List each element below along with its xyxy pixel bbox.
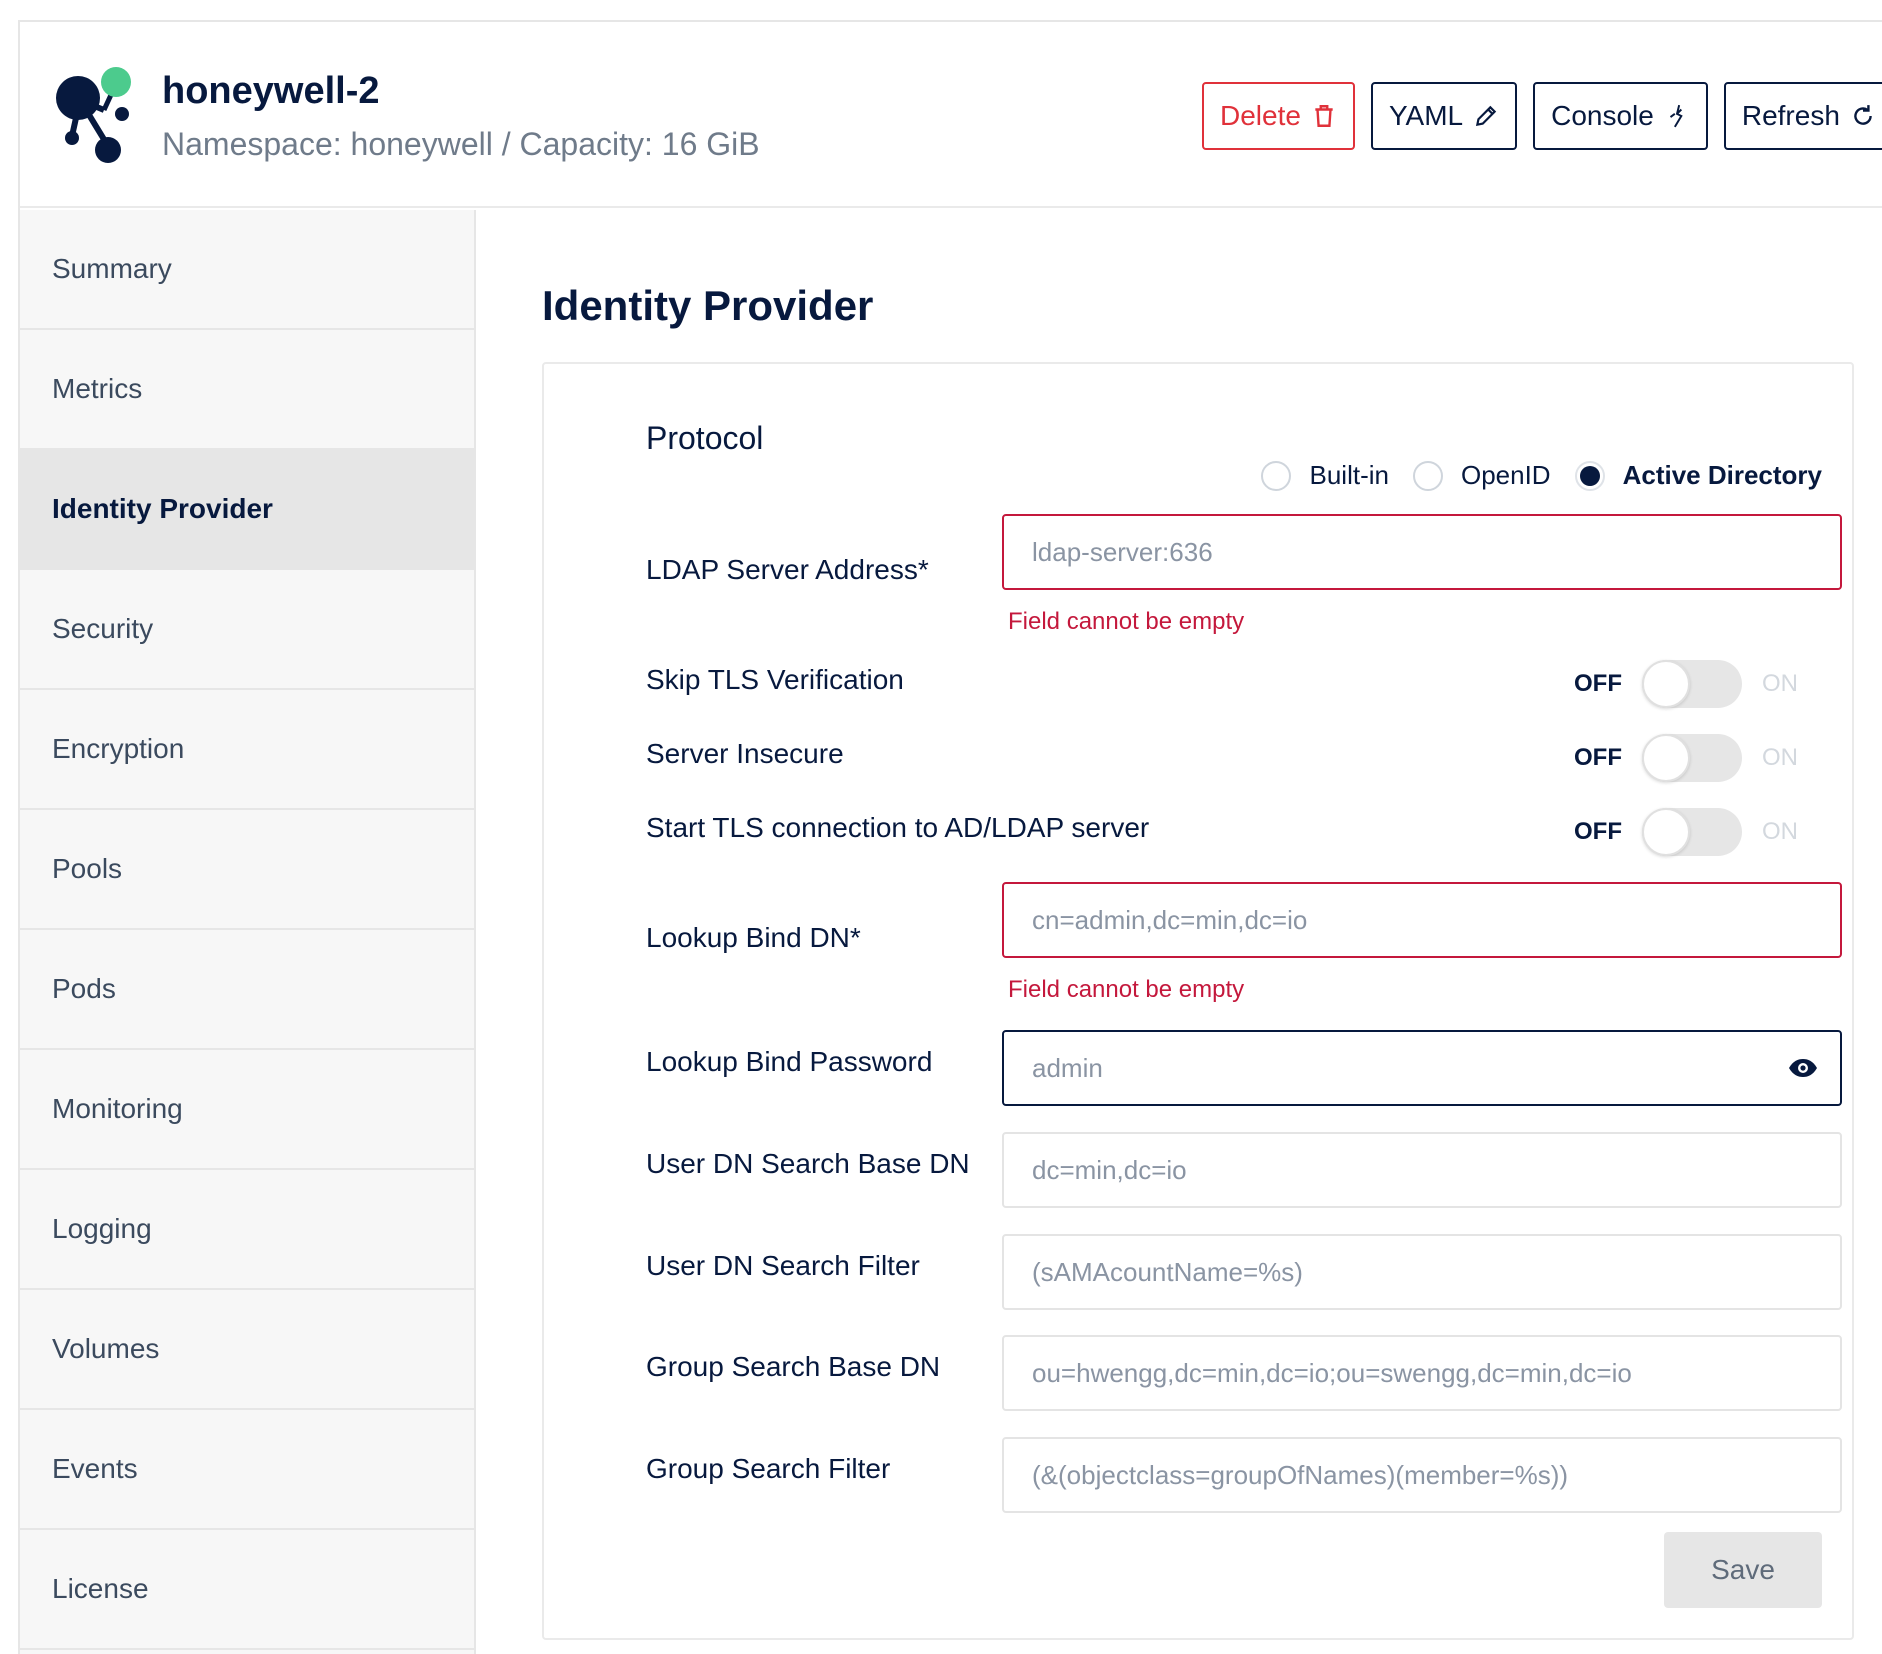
user-dn-search-filter-input[interactable] bbox=[1032, 1256, 1840, 1288]
sidebar-item-summary[interactable]: Summary bbox=[20, 210, 474, 330]
protocol-radio-group: Built-in OpenID Active Directory bbox=[1261, 460, 1822, 491]
yaml-button[interactable]: YAML bbox=[1370, 82, 1518, 150]
radio-active-directory[interactable]: Active Directory bbox=[1574, 460, 1822, 491]
ldap-server-input[interactable] bbox=[1032, 536, 1840, 568]
sidebar-item-pods[interactable]: Pods bbox=[20, 930, 474, 1050]
radio-built-in[interactable]: Built-in bbox=[1261, 460, 1389, 491]
group-search-filter-label: Group Search Filter bbox=[646, 1453, 891, 1484]
skip-tls-toggle-group: OFF ON bbox=[1572, 660, 1812, 708]
sidebar-item-events[interactable]: Events bbox=[20, 1410, 474, 1530]
refresh-button-label: Refresh bbox=[1741, 100, 1840, 131]
radio-active-directory-circle[interactable] bbox=[1574, 460, 1605, 491]
yaml-button-label: YAML bbox=[1388, 100, 1464, 131]
delete-button-label: Delete bbox=[1220, 100, 1301, 131]
save-button[interactable]: Save bbox=[1664, 1532, 1822, 1608]
console-button[interactable]: Console bbox=[1533, 82, 1708, 150]
skip-tls-on-label: ON bbox=[1762, 670, 1798, 697]
sidebar-item-license[interactable]: License bbox=[20, 1530, 474, 1650]
switch-knob bbox=[1642, 734, 1690, 782]
tenant-subtitle: Namespace: honeywell / Capacity: 16 GiB bbox=[162, 126, 760, 162]
group-search-base-field[interactable] bbox=[1002, 1335, 1842, 1411]
eye-icon[interactable] bbox=[1788, 1056, 1818, 1080]
skip-tls-label: Skip TLS Verification bbox=[646, 664, 904, 695]
console-button-label: Console bbox=[1551, 100, 1654, 131]
group-search-filter-input[interactable] bbox=[1032, 1459, 1840, 1491]
sidebar-item-metrics[interactable]: Metrics bbox=[20, 330, 474, 450]
server-insecure-toggle-group: OFF ON bbox=[1572, 734, 1812, 782]
user-dn-search-base-label: User DN Search Base DN bbox=[646, 1148, 970, 1179]
lookup-bind-password-label: Lookup Bind Password bbox=[646, 1046, 933, 1077]
ldap-server-field[interactable] bbox=[1002, 514, 1842, 590]
tenant-logo-icon bbox=[56, 67, 131, 163]
sidebar-item-logging[interactable]: Logging bbox=[20, 1170, 474, 1290]
sidebar-item-volumes[interactable]: Volumes bbox=[20, 1290, 474, 1410]
trash-icon bbox=[1315, 105, 1333, 127]
radio-built-in-circle[interactable] bbox=[1261, 460, 1292, 491]
radio-active-directory-label: Active Directory bbox=[1622, 460, 1822, 490]
header-toolbar: Delete YAML Console Refresh bbox=[1202, 82, 1882, 150]
tenant-details-page: honeywell-2 Namespace: honeywell / Capac… bbox=[18, 20, 1882, 1654]
console-icon bbox=[1669, 104, 1683, 128]
user-dn-search-filter-field[interactable] bbox=[1002, 1234, 1842, 1310]
sidebar-item-encryption[interactable]: Encryption bbox=[20, 690, 474, 810]
sidebar-item-pools[interactable]: Pools bbox=[20, 810, 474, 930]
ldap-server-error: Field cannot be empty bbox=[1008, 608, 1245, 635]
lookup-bind-password-input[interactable] bbox=[1032, 1052, 1840, 1084]
switch-knob bbox=[1642, 660, 1690, 708]
lookup-bind-dn-error: Field cannot be empty bbox=[1008, 976, 1245, 1003]
skip-tls-switch[interactable] bbox=[1642, 660, 1742, 708]
switch-knob bbox=[1642, 808, 1690, 856]
page-title: Identity Provider bbox=[542, 282, 874, 329]
pencil-icon bbox=[1476, 105, 1497, 127]
radio-openid[interactable]: OpenID bbox=[1412, 460, 1551, 491]
lookup-bind-dn-label: Lookup Bind DN* bbox=[646, 922, 861, 953]
user-dn-search-base-field[interactable] bbox=[1002, 1132, 1842, 1208]
lookup-bind-password-field[interactable] bbox=[1002, 1030, 1842, 1106]
server-insecure-label: Server Insecure bbox=[646, 738, 844, 769]
sidebar-item-identity-provider[interactable]: Identity Provider bbox=[20, 450, 474, 570]
sidebar-item-monitoring[interactable]: Monitoring bbox=[20, 1050, 474, 1170]
refresh-button[interactable]: Refresh bbox=[1723, 82, 1882, 150]
ldap-server-label: LDAP Server Address* bbox=[646, 554, 929, 585]
radio-openid-label: OpenID bbox=[1460, 460, 1551, 490]
user-dn-search-base-input[interactable] bbox=[1032, 1154, 1840, 1186]
radio-built-in-label: Built-in bbox=[1309, 460, 1389, 490]
protocol-label: Protocol bbox=[646, 420, 764, 456]
server-insecure-on-label: ON bbox=[1762, 744, 1798, 771]
group-search-filter-field[interactable] bbox=[1002, 1437, 1842, 1513]
start-tls-toggle-group: OFF ON bbox=[1572, 808, 1812, 856]
start-tls-off-label: OFF bbox=[1574, 818, 1622, 845]
server-insecure-off-label: OFF bbox=[1574, 744, 1622, 771]
group-search-base-input[interactable] bbox=[1032, 1357, 1840, 1389]
skip-tls-off-label: OFF bbox=[1574, 670, 1622, 697]
start-tls-label: Start TLS connection to AD/LDAP server bbox=[646, 812, 1150, 843]
sidebar: Summary Metrics Identity Provider Securi… bbox=[20, 210, 476, 1654]
start-tls-on-label: ON bbox=[1762, 818, 1798, 845]
start-tls-switch[interactable] bbox=[1642, 808, 1742, 856]
group-search-base-label: Group Search Base DN bbox=[646, 1351, 941, 1382]
refresh-icon bbox=[1854, 105, 1872, 125]
tenant-header: honeywell-2 Namespace: honeywell / Capac… bbox=[20, 22, 1882, 208]
server-insecure-switch[interactable] bbox=[1642, 734, 1742, 782]
radio-openid-circle[interactable] bbox=[1412, 460, 1443, 491]
user-dn-search-filter-label: User DN Search Filter bbox=[646, 1250, 920, 1281]
lookup-bind-dn-field[interactable] bbox=[1002, 882, 1842, 958]
tenant-name: honeywell-2 bbox=[162, 70, 380, 112]
delete-button[interactable]: Delete bbox=[1202, 82, 1355, 150]
sidebar-item-security[interactable]: Security bbox=[20, 570, 474, 690]
identity-provider-form: Protocol Built-in OpenID Active Director… bbox=[542, 362, 1854, 1640]
lookup-bind-dn-input[interactable] bbox=[1032, 904, 1840, 936]
